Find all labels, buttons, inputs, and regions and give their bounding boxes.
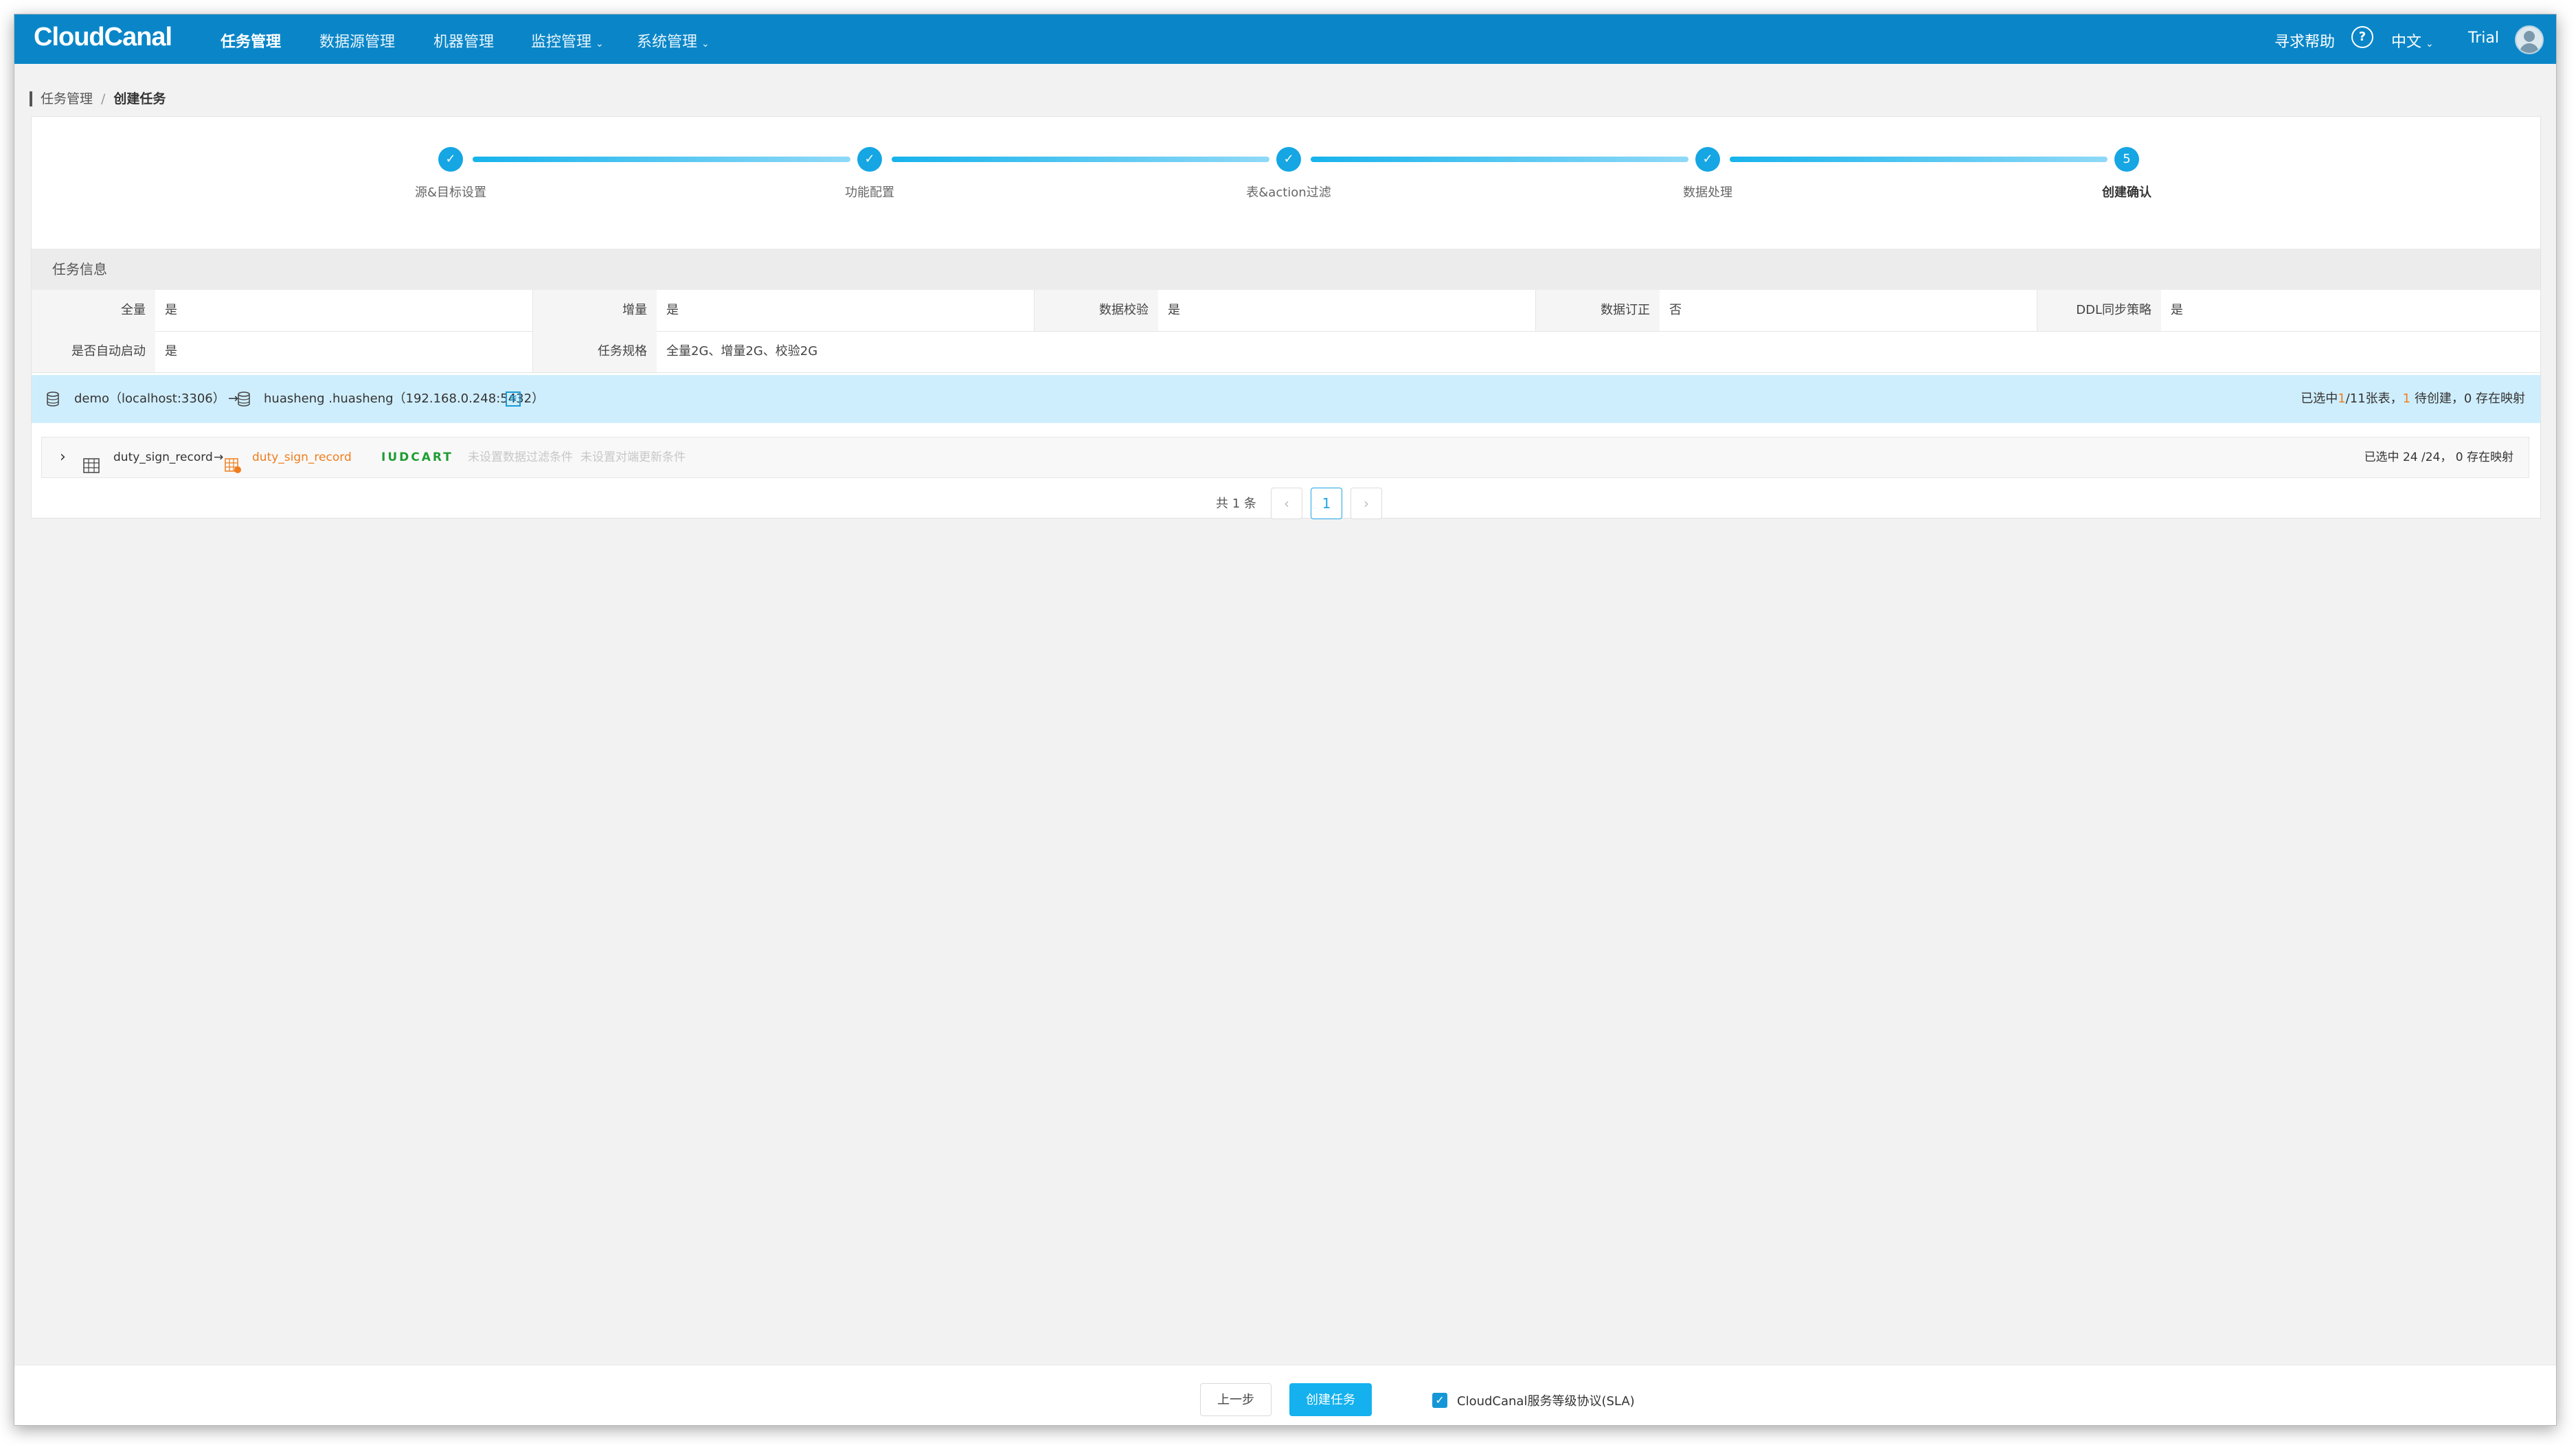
mapping-summary: 已选中1/11张表，1 待创建，0 存在映射	[2301, 375, 2525, 423]
language-select[interactable]: 中文 ⌄	[2391, 30, 2434, 52]
correction-label: 数据订正	[1536, 290, 1660, 331]
step-2-connector	[892, 157, 1269, 162]
app-window: CloudCanal 任务管理 数据源管理 机器管理 监控管理 ⌄ 系统管理 ⌄ 寻…	[14, 14, 2557, 1426]
help-link[interactable]: 寻求帮助	[2274, 30, 2335, 52]
sync-settings-icon[interactable]: ≋	[506, 391, 521, 407]
breadcrumb-separator: /	[101, 91, 106, 106]
chevron-down-icon: ⌄	[2426, 38, 2434, 49]
logo: CloudCanal	[34, 23, 172, 52]
new-table-icon	[225, 450, 241, 490]
task-info-title: 任务信息	[52, 261, 107, 277]
step-1-label: 源&目标设置	[414, 185, 487, 200]
full-value: 是	[155, 290, 533, 331]
step-1-check-icon: ✓	[438, 147, 463, 172]
nav-machine-management[interactable]: 机器管理	[433, 30, 494, 52]
step-5-label: 创建确认	[2102, 185, 2151, 200]
language-label: 中文	[2391, 34, 2422, 51]
create-task-card: ✓ 源&目标设置 ✓ 功能配置 ✓ 表&action过滤 ✓ 数据处理 5 创建…	[31, 116, 2541, 519]
step-2-check-icon: ✓	[857, 147, 882, 172]
auto-start-label: 是否自动启动	[32, 331, 155, 372]
verify-label: 数据校验	[1035, 290, 1158, 331]
mapping-arrow: →	[228, 391, 239, 406]
step-3-label: 表&action过滤	[1246, 185, 1331, 200]
incremental-value: 是	[657, 290, 1035, 331]
db-mapping-row[interactable]: demo（localhost:3306） → huasheng .huashen…	[32, 375, 2540, 423]
summary-selected: 1	[2338, 391, 2346, 406]
step-3-connector	[1311, 157, 1688, 162]
action-flags[interactable]: IUDCART	[381, 437, 453, 477]
avatar[interactable]	[2515, 25, 2544, 54]
step-4-check-icon: ✓	[1695, 147, 1720, 172]
breadcrumb: 任务管理 / 创建任务	[30, 91, 166, 106]
step-2-label: 功能配置	[845, 185, 894, 200]
task-spec-value: 全量2G、增量2G、校验2G	[666, 344, 818, 359]
correction-value: 否	[1660, 290, 2037, 331]
step-1-connector	[473, 157, 850, 162]
footer-bar: 上一步 创建任务 ✓ CloudCanal服务等级协议(SLA)	[14, 1365, 2556, 1425]
verify-value: 是	[1158, 290, 1536, 331]
nav-datasource-management[interactable]: 数据源管理	[319, 30, 395, 52]
ddl-strategy-value: 是	[2171, 303, 2183, 317]
expand-chevron-icon[interactable]: ›	[60, 437, 66, 477]
source-db-name: demo（localhost:3306）	[74, 391, 225, 406]
table-icon	[83, 450, 100, 490]
step-3-check-icon: ✓	[1276, 147, 1301, 172]
nav-task-management[interactable]: 任务管理	[221, 30, 281, 52]
step-5-number: 5	[2114, 147, 2139, 172]
target-table-name[interactable]: duty_sign_record	[252, 437, 352, 477]
target-db-icon	[238, 375, 250, 423]
summary-suffix: 待创建，0 存在映射	[2410, 391, 2525, 406]
question-icon[interactable]: ?	[2351, 26, 2373, 48]
breadcrumb-current: 创建任务	[113, 91, 166, 106]
nav-monitor-label: 监控管理	[531, 34, 592, 51]
task-info-row-1: 全量 是 增量 是 数据校验 是 数据订正 否 DDL同步策略 是	[32, 290, 2540, 332]
summary-prefix: 已选中	[2301, 391, 2338, 406]
source-table-name: duty_sign_record	[113, 451, 213, 464]
prev-page-button[interactable]: ‹	[1271, 488, 1302, 519]
breadcrumb-parent[interactable]: 任务管理	[41, 91, 93, 106]
target-db-name: huasheng .huasheng（192.168.0.248:5432）	[264, 391, 545, 406]
incremental-label: 增量	[533, 290, 657, 331]
summary-pending: 1	[2402, 391, 2411, 406]
chevron-down-icon: ⌄	[596, 38, 604, 49]
page-1-button[interactable]: 1	[1311, 488, 1342, 519]
ddl-strategy-label: DDL同步策略	[2037, 290, 2161, 331]
avatar-body-shape	[2520, 43, 2539, 53]
data-filter-hint[interactable]: 未设置数据过滤条件	[468, 437, 573, 477]
avatar-head-shape	[2524, 31, 2535, 42]
chevron-down-icon: ⌄	[701, 38, 710, 49]
task-spec-label: 任务规格	[533, 331, 657, 372]
auto-start-value: 是	[155, 331, 533, 372]
user-name[interactable]: Trial	[2468, 30, 2499, 47]
create-task-button[interactable]: 创建任务	[1289, 1383, 1372, 1416]
step-4-connector	[1730, 157, 2108, 162]
task-info-row-2: 是否自动启动 是 任务规格 全量2G、增量2G、校验2G	[32, 331, 2540, 373]
top-nav-bar: CloudCanal 任务管理 数据源管理 机器管理 监控管理 ⌄ 系统管理 ⌄ 寻…	[14, 14, 2556, 64]
nav-machine-label: 机器管理	[433, 34, 495, 51]
table-mapping-arrow: →	[214, 451, 224, 464]
task-info-header: 任务信息	[32, 249, 2540, 290]
column-summary: 已选中 24 /24， 0 存在映射	[2364, 451, 2513, 464]
nav-system-label: 系统管理	[637, 34, 698, 51]
prev-step-button[interactable]: 上一步	[1200, 1383, 1272, 1416]
source-db-icon	[47, 375, 59, 423]
update-condition-hint[interactable]: 未设置对端更新条件	[580, 437, 686, 477]
sla-link[interactable]: CloudCanal服务等级协议(SLA)	[1457, 1391, 1635, 1409]
nav-system-management[interactable]: 系统管理 ⌄	[637, 30, 710, 52]
summary-mid: /11张表，	[2345, 391, 2403, 406]
sla-checkbox[interactable]: ✓	[1432, 1393, 1447, 1408]
step-4-label: 数据处理	[1683, 185, 1732, 200]
nav-monitor-management[interactable]: 监控管理 ⌄	[531, 30, 604, 52]
full-label: 全量	[32, 290, 155, 331]
pagination-total: 共 1 条	[1216, 497, 1256, 511]
table-row[interactable]: › duty_sign_record → duty_sign_record IU…	[41, 437, 2529, 478]
next-page-button[interactable]: ›	[1351, 488, 1382, 519]
